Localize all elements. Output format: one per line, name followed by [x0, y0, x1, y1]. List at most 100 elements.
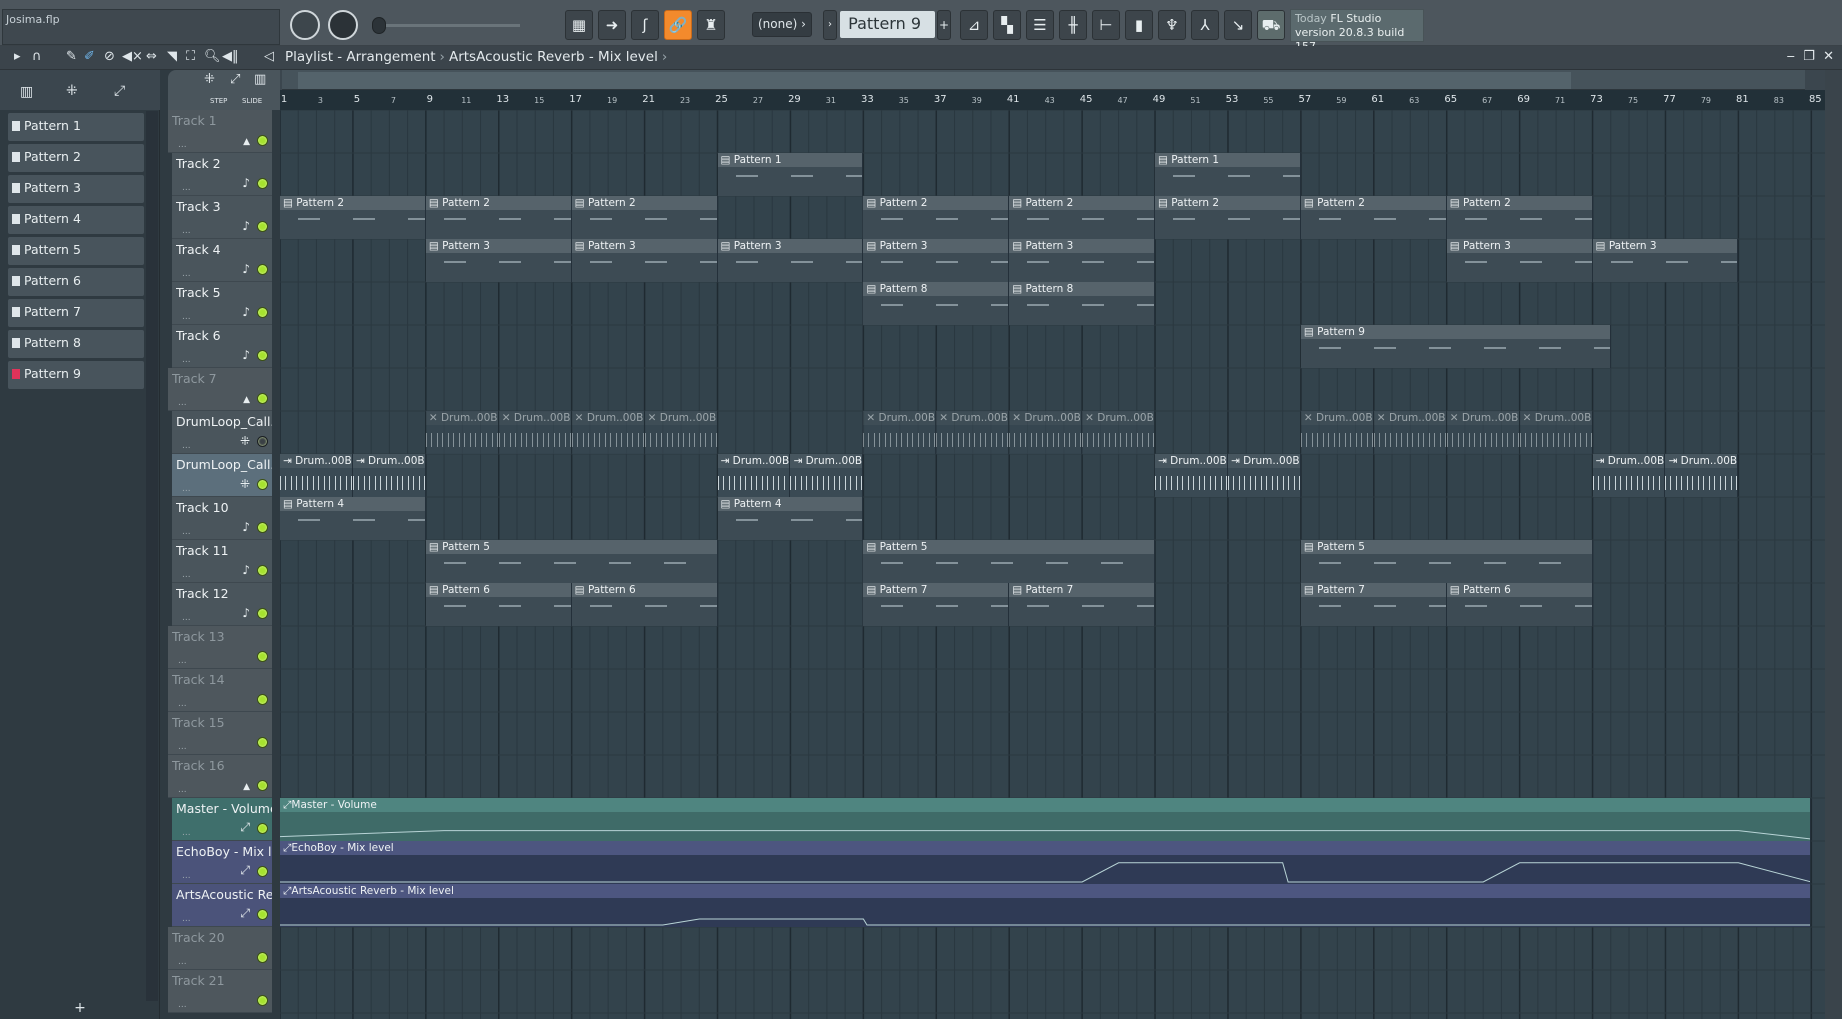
track-mute-led[interactable] [257, 221, 268, 232]
track-name[interactable]: Track 10 [176, 500, 272, 515]
pattern-clip[interactable]: ▤ Pattern 2 [1009, 196, 1156, 239]
pattern-clip[interactable]: ▤ Pattern 3 [863, 239, 1010, 282]
audio-clip[interactable]: ✕ Drum..00BPM [1300, 411, 1374, 454]
track-header[interactable]: Track 6... ♪ [172, 325, 272, 368]
track-options-dots[interactable]: ... [178, 957, 187, 967]
audio-clip[interactable]: ⇥ Drum..00BPM [1592, 454, 1666, 497]
track-name[interactable]: Track 21 [172, 973, 268, 988]
pattern-clip[interactable]: ▤ Pattern 3 [571, 239, 718, 282]
track-options-dots[interactable]: ... [178, 699, 187, 709]
track-mute-led[interactable] [257, 952, 268, 963]
track-name[interactable]: EchoBoy - Mix lev.. [176, 844, 272, 859]
pattern-list-item[interactable]: Pattern 5 [8, 237, 144, 265]
audio-wave-icon[interactable]: ⁜ [66, 83, 78, 99]
pattern-clip[interactable]: ▤ Pattern 6 [1446, 583, 1593, 626]
audio-clip[interactable]: ⇥ Drum..00BPM [352, 454, 426, 497]
track-options-dots[interactable]: ... [178, 1000, 187, 1010]
track-mute-led[interactable] [257, 737, 268, 748]
maximize-icon[interactable]: ❐ [1803, 49, 1815, 64]
track-name[interactable]: Track 7 [172, 371, 268, 386]
pattern-list-item[interactable]: Pattern 4 [8, 206, 144, 234]
browser-icon[interactable]: ⊢ [1092, 10, 1120, 40]
track-name[interactable]: Track 11 [176, 543, 272, 558]
track-name[interactable]: Track 12 [176, 586, 272, 601]
wait-record-icon[interactable]: ʃ [631, 10, 659, 40]
track-header[interactable]: Track 1... ▲ [168, 110, 272, 153]
track-name[interactable]: Track 2 [176, 156, 272, 171]
pattern-list-item[interactable]: Pattern 6 [8, 268, 144, 296]
pattern-clip[interactable]: ▤ Pattern 5 [425, 540, 718, 583]
pattern-clip[interactable]: ▤ Pattern 6 [571, 583, 718, 626]
audio-clip[interactable]: ✕ Drum..00BPM [1009, 411, 1083, 454]
track-header[interactable]: Track 12... ♪ [172, 583, 272, 626]
pattern-clip[interactable]: ▤ Pattern 3 [1446, 239, 1593, 282]
auto-clip[interactable]: ⤢EchoBoy - Mix level [280, 841, 1812, 884]
pattern-list-scrollbar[interactable] [146, 111, 158, 1001]
audio-clip[interactable]: ⇥ Drum..00BPM [790, 454, 864, 497]
track-header[interactable]: Track 5... ♪ [172, 282, 272, 325]
channel-rack-icon[interactable]: ☰ [1026, 10, 1054, 40]
magnet-snap-icon[interactable]: ∩ [32, 49, 42, 64]
audio-clip[interactable]: ⇥ Drum..00BPM [1227, 454, 1301, 497]
audio-clip[interactable]: ✕ Drum..00BPM [571, 411, 645, 454]
add-pattern-plus[interactable]: + [0, 1000, 160, 1019]
audio-clip[interactable]: ✕ Drum..00BPM [1373, 411, 1447, 454]
pattern-clip[interactable]: ▤ Pattern 2 [425, 196, 572, 239]
track-name[interactable]: Track 4 [176, 242, 272, 257]
track-options-dots[interactable]: ... [182, 355, 191, 365]
track-header[interactable]: Track 16... ▲ [168, 755, 272, 798]
breadcrumb-item[interactable]: ArtsAcoustic Reverb - Mix level [449, 49, 658, 65]
track-header[interactable]: Track 4... ♪ [172, 239, 272, 282]
track-name[interactable]: Track 6 [176, 328, 272, 343]
track-header[interactable]: EchoBoy - Mix lev..... ⤢ [172, 841, 272, 884]
timeline-ruler[interactable]: 1 3 5 7 9 11 13 15 17 19 21 23 25 27 29 31 33 35 37 39 41 43 4… [280, 90, 1825, 110]
track-mute-led[interactable] [257, 694, 268, 705]
playlist-grid[interactable]: ▤ Pattern 1 ▤ Pattern 1 ▤ Pattern 2 ▤ Patte… [280, 110, 1825, 1019]
track-options-dots[interactable]: ... [182, 484, 191, 494]
automation-icon[interactable]: ⤢ [114, 83, 125, 99]
shop-cart-icon[interactable]: ⛟ [1257, 10, 1285, 40]
pattern-clip[interactable]: ▤ Pattern 3 [1592, 239, 1739, 282]
track-header[interactable]: Track 20... [168, 927, 272, 970]
pattern-clip[interactable]: ▤ Pattern 9 [1300, 325, 1611, 368]
mixer-icon[interactable]: ╫ [1059, 10, 1087, 40]
automation-icon[interactable]: ⤢ [230, 72, 240, 87]
pattern-clip[interactable]: ▤ Pattern 2 [1300, 196, 1447, 239]
audio-clip[interactable]: ✕ Drum..00BPM [425, 411, 499, 454]
track-header[interactable]: Track 11... ♪ [172, 540, 272, 583]
audio-clip[interactable]: ✕ Drum..00BPM [1082, 411, 1156, 454]
menu-arrow-icon[interactable]: ▸ [14, 49, 21, 64]
master-slider-handle[interactable] [372, 17, 386, 34]
track-options-dots[interactable]: ... [182, 312, 191, 322]
auto-clip[interactable]: ⤢ArtsAcoustic Reverb - Mix level [280, 884, 1812, 927]
pattern-clip[interactable]: ▤ Pattern 5 [863, 540, 1156, 583]
track-mute-led[interactable] [257, 307, 268, 318]
track-mute-led[interactable] [257, 393, 268, 404]
pattern-list-item[interactable]: Pattern 3 [8, 175, 144, 203]
track-header[interactable]: Track 21... [168, 970, 272, 1013]
track-mute-led[interactable] [257, 479, 268, 490]
track-header[interactable]: Track 10... ♪ [172, 497, 272, 540]
piano-keys-icon[interactable]: ▥ [254, 72, 266, 87]
auto-clip[interactable]: ⤢Master - Volume [280, 798, 1812, 841]
pattern-list-item[interactable]: Pattern 9 [8, 361, 144, 389]
track-mute-led[interactable] [257, 135, 268, 146]
track-header[interactable]: Track 7... ▲ [168, 368, 272, 411]
pattern-clip[interactable]: ▤ Pattern 8 [1009, 282, 1156, 325]
track-header[interactable]: Track 14... [168, 669, 272, 712]
playlist-icon[interactable]: ⊿ [960, 10, 988, 40]
pattern-clip[interactable]: ▤ Pattern 3 [717, 239, 864, 282]
plugin-icon[interactable]: ♆ [1158, 10, 1186, 40]
audio-clip[interactable]: ⇥ Drum..00BPM [717, 454, 791, 497]
track-options-dots[interactable]: ... [182, 183, 191, 193]
track-options-dots[interactable]: ... [178, 785, 187, 795]
mute-icon[interactable]: ◀× [122, 49, 143, 64]
audio-clip[interactable]: ✕ Drum..00BPM [1519, 411, 1593, 454]
track-options-dots[interactable]: ... [182, 269, 191, 279]
track-name[interactable]: Track 1 [172, 113, 268, 128]
slip-icon[interactable]: ⇔ [146, 49, 157, 64]
pattern-list-item[interactable]: Pattern 8 [8, 330, 144, 358]
pattern-list-item[interactable]: Pattern 7 [8, 299, 144, 327]
collapse-up-icon[interactable]: ▲ [243, 137, 250, 147]
pattern-selector[interactable]: Pattern 9 [840, 11, 935, 38]
